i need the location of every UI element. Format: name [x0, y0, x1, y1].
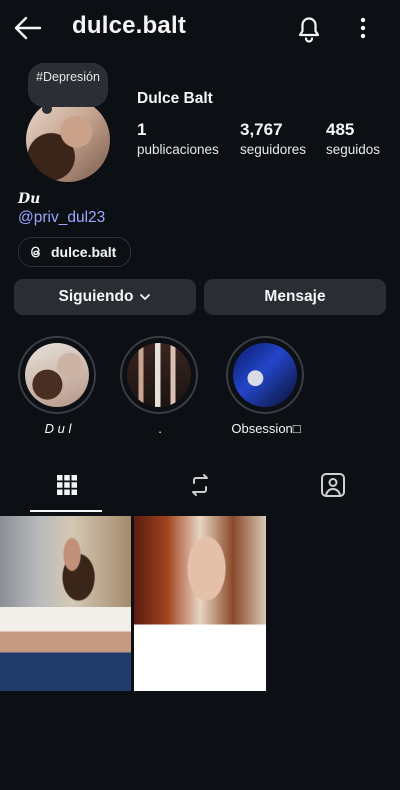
stat-following[interactable]: 485 seguidos: [326, 120, 380, 157]
display-name: Dulce Balt: [137, 90, 213, 107]
post-thumbnail[interactable]: [134, 516, 266, 691]
stat-posts-value: 1: [137, 120, 147, 139]
highlight-cover-ring: [18, 336, 96, 414]
grid-icon[interactable]: [52, 470, 82, 500]
message-button[interactable]: Mensaje: [204, 279, 386, 315]
reposts-icon[interactable]: [185, 470, 215, 500]
stat-following-label: seguidos: [326, 142, 381, 157]
threads-username: dulce.balt: [51, 244, 117, 260]
tagged-icon[interactable]: [318, 470, 348, 500]
highlight-cover-image: [233, 343, 297, 407]
highlight-cover-ring: [226, 336, 304, 414]
highlight-item[interactable]: .: [120, 336, 200, 436]
highlight-label: D u l: [44, 421, 72, 436]
more-options-icon[interactable]: [352, 14, 374, 42]
highlight-label: .: [158, 421, 162, 436]
active-tab-indicator: [30, 510, 102, 512]
highlight-label: Obsession□: [231, 421, 301, 436]
stat-followers[interactable]: 3,767 seguidores: [240, 120, 306, 157]
highlight-cover-ring: [120, 336, 198, 414]
notification-bell-icon[interactable]: [295, 13, 323, 43]
highlight-cover-image: [25, 343, 89, 407]
following-button[interactable]: Siguiendo: [14, 279, 196, 315]
stat-following-value: 485: [326, 120, 355, 139]
message-button-label: Mensaje: [264, 288, 326, 305]
highlight-item[interactable]: Obsession□: [226, 336, 306, 436]
bio-name: Du: [18, 191, 41, 207]
threads-profile-chip[interactable]: dulce.balt: [18, 237, 132, 267]
highlight-item[interactable]: D u l: [18, 336, 98, 436]
post-thumbnail[interactable]: [0, 516, 131, 691]
stat-followers-label: seguidores: [240, 142, 307, 157]
stat-posts-label: publicaciones: [137, 142, 219, 157]
back-arrow-icon[interactable]: [12, 14, 42, 42]
following-button-label: Siguiendo: [58, 288, 134, 305]
profile-avatar[interactable]: [26, 98, 110, 182]
stat-followers-value: 3,767: [240, 120, 283, 139]
profile-note[interactable]: #Depresión: [28, 63, 108, 114]
profile-username: dulce.balt: [72, 12, 187, 39]
threads-icon: [29, 245, 43, 259]
stat-posts[interactable]: 1 publicaciones: [137, 120, 219, 157]
highlight-cover-image: [127, 343, 191, 407]
bio-mention-link[interactable]: @priv_dul23: [18, 209, 105, 227]
chevron-down-icon: [139, 293, 151, 301]
